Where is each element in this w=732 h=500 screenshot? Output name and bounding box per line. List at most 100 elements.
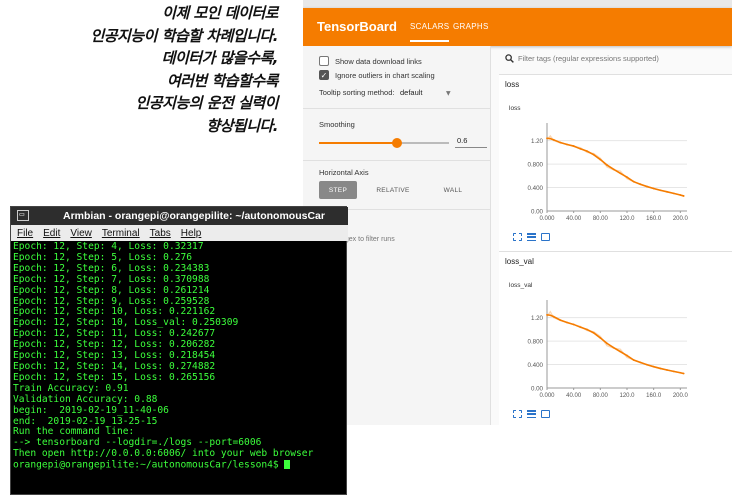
x-tick-label: 80.00 xyxy=(593,393,609,399)
smoothing-input[interactable]: 0.6 xyxy=(455,134,487,148)
data-point xyxy=(639,183,642,186)
smoothing-slider[interactable] xyxy=(319,138,449,148)
caption-line: 여러번 학습할수록 xyxy=(166,71,279,90)
data-point xyxy=(666,369,668,371)
data-point xyxy=(626,176,628,179)
ignore-outliers-label: Ignore outliers in chart scaling xyxy=(335,70,435,80)
data-point xyxy=(572,145,575,147)
data-point xyxy=(632,359,635,361)
y-tick-label: 0.400 xyxy=(528,185,544,192)
x-tick-label: 160.0 xyxy=(646,393,662,399)
smoothing-slider-knob[interactable] xyxy=(392,138,402,148)
show-download-links-checkbox[interactable] xyxy=(319,56,329,66)
tensorboard-header: TensorBoard SCALARS GRAPHS xyxy=(303,8,732,46)
y-tick-label: 0.00 xyxy=(531,209,544,216)
chart-title: loss_val xyxy=(509,282,533,289)
data-point xyxy=(592,331,595,334)
axis-relative-button[interactable]: RELATIVE xyxy=(367,181,419,199)
tooltip-sorting-select[interactable]: default xyxy=(400,88,423,97)
menu-file[interactable]: File xyxy=(17,228,33,239)
fit-domain-icon[interactable] xyxy=(513,233,522,241)
data-point xyxy=(586,150,588,153)
tensorboard-brand[interactable]: TensorBoard xyxy=(317,19,397,34)
tab-graphs[interactable]: GRAPHS xyxy=(453,22,489,31)
section-loss: loss loss 0.00 0.400 0.800 1.20 0.000 40.00 80… xyxy=(499,74,732,260)
terminal-line: begin: 2019-02-19_11-40-06 xyxy=(13,404,169,416)
data-point xyxy=(652,187,655,190)
caption-line: 데이터가 많을수록, xyxy=(161,49,279,67)
data-point xyxy=(612,346,615,349)
caption-line: 향상됩니다. xyxy=(206,116,278,135)
data-point xyxy=(682,195,685,197)
terminal-titlebar[interactable]: ▭ Armbian - orangepi@orangepilite: ~/aut… xyxy=(11,207,348,225)
toggle-log-icon[interactable] xyxy=(527,233,536,241)
chart-title: loss xyxy=(509,105,521,112)
divider xyxy=(303,108,491,109)
runs-filter-input[interactable]: egex to filter runs xyxy=(341,236,395,243)
caption-line: 인공지능의 운전 실력이 xyxy=(135,94,279,112)
smoothing-slider-fill xyxy=(319,142,397,144)
x-tick-label: 200.0 xyxy=(673,216,689,222)
section-loss-val: loss_val loss_val 0.00 0.400 0.800 1.20 0.00… xyxy=(499,251,732,425)
menu-help[interactable]: Help xyxy=(181,228,202,239)
data-point xyxy=(546,313,548,316)
divider xyxy=(303,160,491,161)
data-point xyxy=(559,319,562,322)
x-tick-label: 160.0 xyxy=(646,216,662,222)
data-point xyxy=(579,147,582,150)
data-point xyxy=(606,164,608,166)
tab-scalars[interactable]: SCALARS xyxy=(410,22,450,42)
menu-tabs[interactable]: Tabs xyxy=(150,228,171,239)
data-point xyxy=(549,314,552,317)
terminal-menubar: File Edit View Terminal Tabs Help xyxy=(11,225,348,241)
data-point xyxy=(632,180,635,183)
data-point xyxy=(549,137,552,140)
filter-tags-placeholder: Filter tags (regular expressions support… xyxy=(518,54,659,63)
y-tick-label: 0.00 xyxy=(531,386,544,393)
toggle-log-icon[interactable] xyxy=(527,410,536,418)
data-point xyxy=(606,342,608,345)
chevron-down-icon: ▼ xyxy=(446,90,451,97)
ignore-outliers-checkbox[interactable]: ✓ xyxy=(319,70,329,80)
terminal-cursor xyxy=(284,460,291,470)
tensorboard-main: Filter tags (regular expressions support… xyxy=(491,46,732,425)
browser-strip xyxy=(303,0,732,8)
ignore-outliers-row[interactable]: ✓ Ignore outliers in chart scaling xyxy=(319,70,435,80)
axis-step-button[interactable]: STEP xyxy=(319,181,357,199)
fit-domain-icon[interactable] xyxy=(513,410,522,418)
data-point xyxy=(572,323,575,326)
y-tick-label: 0.800 xyxy=(528,162,544,169)
x-tick-label: 120.0 xyxy=(619,216,635,222)
filter-tags-input[interactable]: Filter tags (regular expressions support… xyxy=(505,54,659,63)
data-point xyxy=(646,185,648,188)
terminal-line: Then open http://0.0.0.0:6006/ into your… xyxy=(13,448,314,460)
x-tick-label: 40.00 xyxy=(566,393,582,399)
section-title[interactable]: loss_val xyxy=(505,257,534,266)
x-tick-label: 0.000 xyxy=(539,216,555,222)
loss-val-chart[interactable]: 0.00 0.400 0.800 1.20 0.000 40.00 80.00 120.0 16… xyxy=(509,296,699,406)
caption-line: 인공지능이 학습할 차례입니다. xyxy=(90,26,278,45)
y-tick-label: 0.800 xyxy=(528,339,544,346)
section-title[interactable]: loss xyxy=(505,80,519,89)
chart-toolbar xyxy=(513,410,550,418)
loss-chart[interactable]: 0.00 0.400 0.800 1.20 0.000 40.00 80.00 120.0 16… xyxy=(509,119,699,229)
show-download-links-row[interactable]: Show data download links xyxy=(319,56,422,66)
menu-view[interactable]: View xyxy=(70,228,92,239)
terminal-window: ▭ Armbian - orangepi@orangepilite: ~/aut… xyxy=(10,206,348,495)
menu-terminal[interactable]: Terminal xyxy=(102,228,140,239)
data-point xyxy=(599,158,602,161)
data-point xyxy=(566,321,568,324)
x-tick-label: 120.0 xyxy=(619,393,635,399)
menu-edit[interactable]: Edit xyxy=(43,228,60,239)
axis-wall-button[interactable]: WALL xyxy=(431,181,475,199)
data-point xyxy=(566,143,568,146)
expand-chart-icon[interactable] xyxy=(541,233,550,241)
data-point xyxy=(679,371,682,374)
terminal-line: Validation Accuracy: 0.88 xyxy=(13,393,158,405)
expand-chart-icon[interactable] xyxy=(541,410,550,418)
terminal-output[interactable]: Epoch: 12, Step: 4, Loss: 0.32317 Epoch: … xyxy=(13,242,346,494)
data-point xyxy=(599,337,602,339)
data-point xyxy=(682,372,685,375)
data-point xyxy=(612,168,615,171)
data-point xyxy=(672,370,675,373)
